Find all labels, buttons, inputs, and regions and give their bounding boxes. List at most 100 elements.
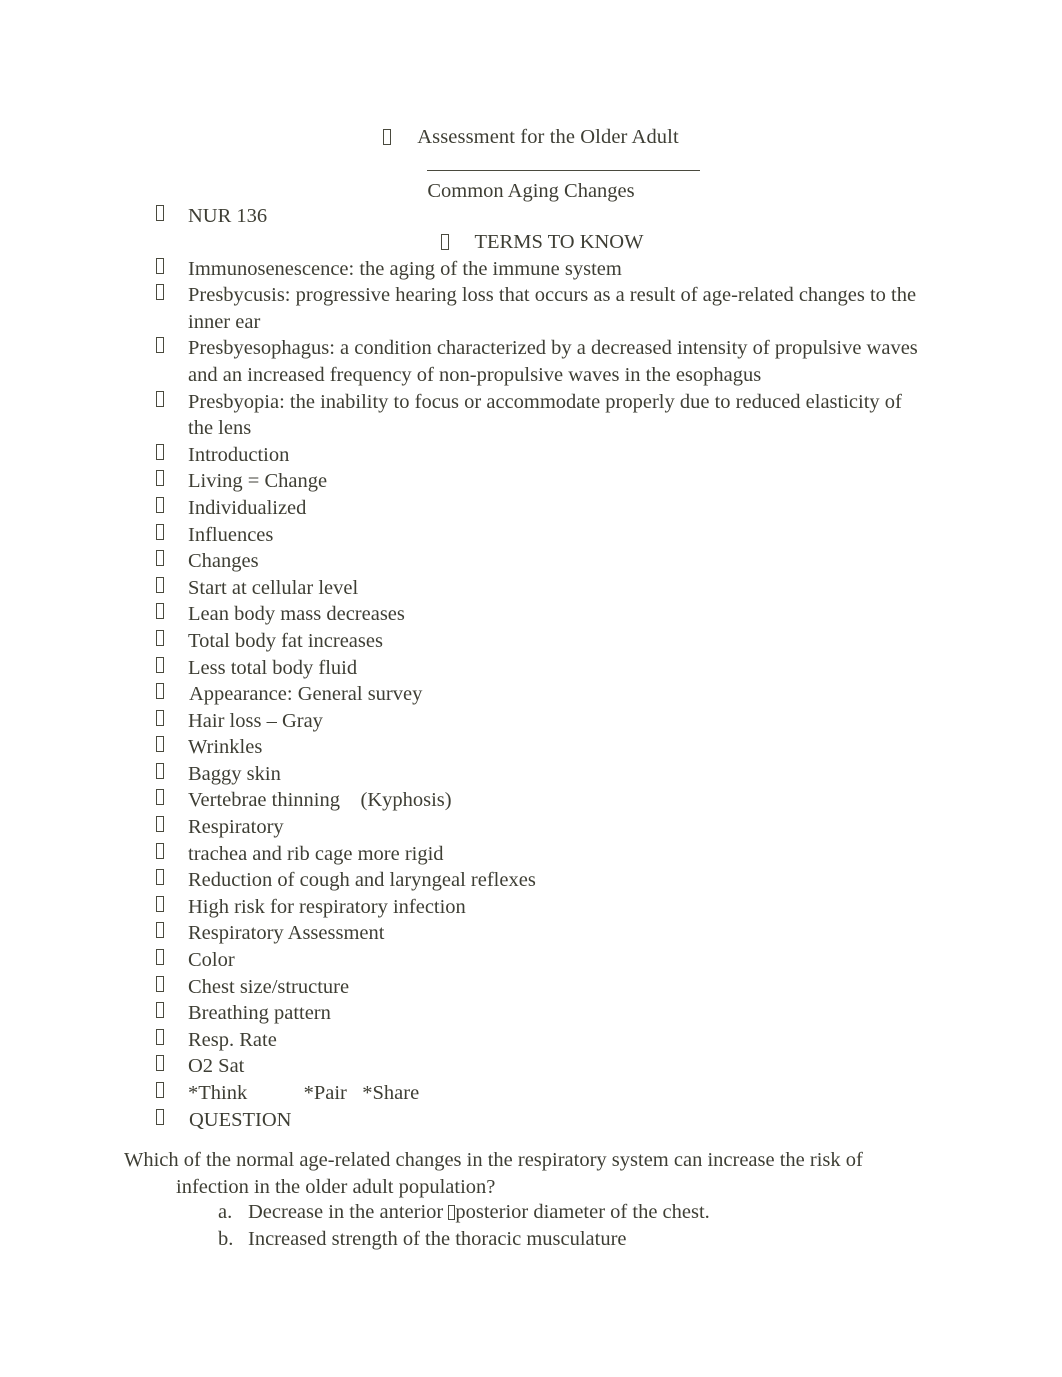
list-item: Respiratory Assessment — [0, 920, 1062, 947]
list-item: Lean body mass decreases — [0, 601, 1062, 628]
bullet-tofu-icon — [156, 922, 164, 939]
list-item: Wrinkles — [0, 734, 1062, 761]
list-item: Hair loss – Gray — [0, 708, 1062, 735]
list-item: High risk for respiratory infection — [0, 894, 1062, 921]
bullet-tofu-icon — [156, 496, 164, 513]
bullet-tofu-icon — [156, 1082, 164, 1098]
list-item: Appearance: General survey — [0, 681, 1062, 708]
list-item-label: High risk for respiratory infection — [188, 895, 466, 918]
bullet-tofu-icon — [156, 1028, 164, 1045]
list-item: trachea and rib cage more rigid — [0, 841, 1062, 868]
list-item-label: Baggy skin — [188, 762, 281, 785]
list-item-label: Reduction of cough and laryngeal reflexe… — [188, 869, 536, 892]
question-block: Which of the normal age-related changes … — [124, 1147, 914, 1200]
bullet-tofu-icon — [156, 975, 164, 992]
bullet-tofu-icon — [156, 470, 164, 487]
list-item-label: Less total body fluid — [188, 656, 358, 679]
list-item-label: NUR 136 — [188, 205, 268, 227]
choice-text-after: posterior diameter of the chest. — [455, 1201, 710, 1223]
heading-spacer — [0, 230, 1062, 256]
list-item-label: Influences — [188, 523, 274, 546]
list-item-label: Immunosenescence: the aging of the immun… — [188, 257, 622, 280]
list-item: Influences — [0, 522, 1062, 549]
list-item-label: O2 Sat — [188, 1055, 245, 1078]
bullet-tofu-icon — [383, 129, 392, 145]
bullet-tofu-icon — [156, 709, 164, 726]
choice-text-before: Increased strength of the thoracic muscu… — [248, 1228, 627, 1250]
list-item: *Think *Pair *Share — [0, 1080, 1062, 1107]
answer-choice-a[interactable]: a. Decrease in the anterior posterior di… — [218, 1199, 918, 1226]
document-page: Assessment for the Older Adult Common Ag… — [0, 0, 1062, 1377]
list-item: Presbyesophagus: a condition characteriz… — [0, 335, 1062, 388]
list-item-label: trachea and rib cage more rigid — [188, 842, 444, 865]
choice-text-before: Decrease in the anterior — [248, 1201, 449, 1223]
list-item-label: Living = Change — [188, 470, 328, 493]
choice-marker: b. — [218, 1228, 234, 1250]
bullet-tofu-icon — [156, 762, 164, 779]
answer-choice-list: a. Decrease in the anterior posterior di… — [218, 1199, 918, 1253]
list-item-label: Introduction — [188, 443, 290, 466]
list-item: Resp. Rate — [0, 1027, 1062, 1054]
bullet-tofu-icon — [156, 337, 164, 354]
question-line-2: infection in the older adult population? — [176, 1175, 496, 1198]
bullet-tofu-icon — [156, 629, 164, 646]
bullet-tofu-icon — [156, 949, 164, 966]
list-item-label: Breathing pattern — [188, 1002, 331, 1025]
bullet-tofu-icon — [156, 257, 164, 274]
bullet-tofu-icon — [156, 683, 164, 700]
list-item-label: Presbyopia: the inability to focus or ac… — [188, 390, 902, 440]
bullet-tofu-icon — [156, 1055, 164, 1072]
list-item-label: Chest size/structure — [188, 975, 350, 998]
list-item-label: Changes — [188, 550, 259, 573]
list-item-label: *Think *Pair *Share — [188, 1082, 420, 1104]
bullet-tofu-icon — [156, 576, 164, 593]
page-title: Assessment for the Older Adult — [417, 126, 679, 148]
list-item-label: Presbyesophagus: a condition characteriz… — [188, 337, 918, 386]
list-item-label: QUESTION — [189, 1108, 292, 1131]
bullet-tofu-icon — [156, 205, 164, 221]
list-item: Introduction — [0, 442, 1062, 469]
list-item: Changes — [0, 548, 1062, 575]
bullet-tofu-icon — [156, 603, 164, 620]
list-item: Start at cellular level — [0, 575, 1062, 602]
title-underline-rule — [427, 170, 700, 171]
list-item: NUR 136 — [0, 203, 1062, 230]
list-item: Reduction of cough and laryngeal reflexe… — [0, 867, 1062, 894]
bullet-tofu-icon — [156, 842, 164, 859]
list-item: Presbycusis: progressive hearing loss th… — [0, 282, 1062, 335]
list-item: Living = Change — [0, 468, 1062, 495]
bullet-tofu-icon — [156, 656, 164, 673]
bullet-tofu-icon — [156, 869, 164, 886]
bullet-tofu-icon — [156, 550, 164, 567]
question-line-1: Which of the normal age-related changes … — [124, 1149, 863, 1171]
list-item-label: Appearance: General survey — [189, 683, 423, 706]
bullet-tofu-icon — [156, 789, 164, 806]
list-item-label: Respiratory Assessment — [188, 922, 385, 945]
list-item-label: Individualized — [188, 496, 307, 519]
list-item: Less total body fluid — [0, 655, 1062, 682]
list-item: Presbyopia: the inability to focus or ac… — [0, 389, 1062, 442]
bullet-tofu-icon — [156, 1002, 164, 1019]
bullet-tofu-icon — [156, 390, 164, 407]
list-item-label: Start at cellular level — [188, 576, 359, 599]
choice-marker: a. — [218, 1201, 233, 1223]
list-item-label: Vertebrae thinning (Kyphosis) — [188, 789, 452, 812]
list-item-label: Respiratory — [188, 816, 284, 839]
list-item: Immunosenescence: the aging of the immun… — [0, 256, 1062, 283]
list-item: Breathing pattern — [0, 1000, 1062, 1027]
list-item: Color — [0, 947, 1062, 974]
list-item-label: Total body fat increases — [188, 629, 383, 652]
list-item: O2 Sat — [0, 1053, 1062, 1080]
list-item: Chest size/structure — [0, 974, 1062, 1001]
list-item: Total body fat increases — [0, 628, 1062, 655]
list-item: QUESTION — [0, 1107, 1062, 1134]
bullet-tofu-icon — [156, 816, 164, 833]
outline-bullet-list: NUR 136 Immunosenescence: the aging of t… — [0, 203, 1062, 1133]
list-item-label: Hair loss – Gray — [188, 709, 323, 732]
answer-choice-b[interactable]: b. Increased strength of the thoracic mu… — [218, 1226, 918, 1253]
list-item-label: Presbycusis: progressive hearing loss th… — [188, 284, 917, 333]
bullet-tofu-icon — [156, 736, 164, 753]
bullet-tofu-icon — [156, 284, 164, 301]
list-item-label: Lean body mass decreases — [188, 603, 405, 626]
page-subtitle: Common Aging Changes — [427, 180, 635, 202]
